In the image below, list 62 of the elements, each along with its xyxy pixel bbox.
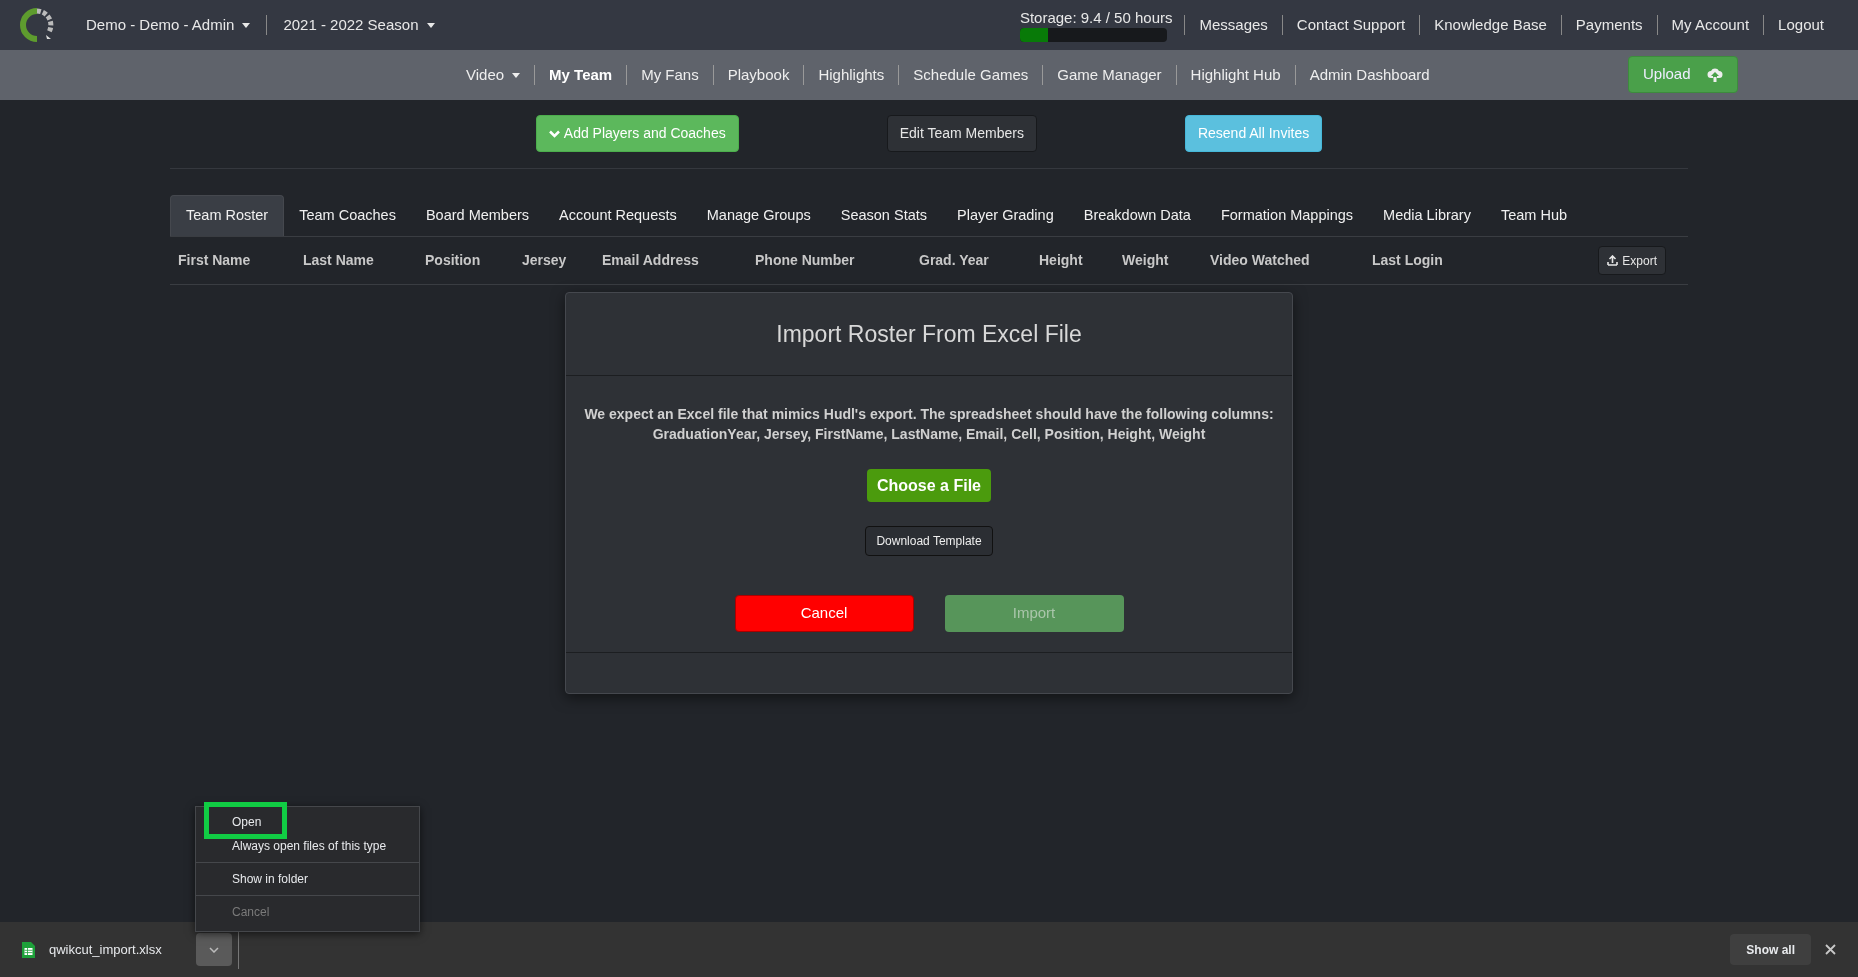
nav-item[interactable]: Highlight Hub — [1176, 63, 1295, 87]
tab[interactable]: Team Coaches — [284, 195, 411, 236]
tab[interactable]: Formation Mappings — [1205, 195, 1369, 236]
column-header[interactable]: Video Watched — [1210, 250, 1372, 271]
action-button[interactable]: Edit Team Members — [886, 115, 1037, 152]
column-header[interactable]: Last Name — [303, 250, 425, 271]
tab[interactable]: Manage Groups — [691, 195, 826, 236]
import-button: Import — [944, 595, 1124, 632]
column-header[interactable]: Phone Number — [755, 250, 919, 271]
export-button[interactable]: Export — [1598, 246, 1666, 275]
export-icon — [1607, 255, 1619, 266]
tab[interactable]: Team Hub — [1485, 195, 1583, 236]
caret-icon — [242, 22, 251, 28]
cloud-upload-icon — [1706, 67, 1723, 82]
tab[interactable]: Season Stats — [825, 195, 942, 236]
top-link[interactable]: My Account — [1657, 13, 1764, 37]
top-link[interactable]: Logout — [1764, 13, 1838, 37]
tab[interactable]: Account Requests — [544, 195, 692, 236]
choose-file-button[interactable]: Choose a File — [867, 469, 991, 502]
dialog-title: Import Roster From Excel File — [776, 319, 1082, 349]
column-header[interactable]: Weight — [1122, 250, 1210, 271]
tab[interactable]: Media Library — [1368, 195, 1486, 236]
download-template-button[interactable]: Download Template — [865, 526, 993, 556]
nav-item[interactable]: Video — [452, 63, 535, 87]
nav-item[interactable]: Highlights — [804, 63, 899, 87]
chevron-down-icon — [209, 946, 219, 953]
storage-label: Storage: 9.4 / 50 hours — [1019, 8, 1173, 28]
spreadsheet-file-icon — [22, 941, 35, 958]
top-link[interactable]: Messages — [1185, 13, 1282, 37]
cancel-button[interactable]: Cancel — [734, 595, 914, 632]
top-link[interactable]: Payments — [1561, 13, 1657, 37]
top-link[interactable]: Contact Support — [1282, 13, 1420, 37]
column-header[interactable]: Height — [1039, 250, 1122, 271]
column-header[interactable]: Position — [425, 250, 522, 271]
column-header[interactable]: Email Address — [602, 250, 755, 271]
tab[interactable]: Player Grading — [942, 195, 1069, 236]
close-icon[interactable] — [1825, 944, 1836, 955]
column-header[interactable]: First Name — [178, 250, 303, 271]
nav-item[interactable]: My Fans — [627, 63, 713, 87]
menu-item[interactable]: Open — [196, 810, 419, 834]
column-header[interactable]: Last Login — [1372, 250, 1522, 271]
caret-icon — [426, 22, 435, 28]
nav-item[interactable]: Playbook — [713, 63, 804, 87]
menu-item[interactable]: Always open files of this type — [196, 834, 419, 858]
season-menu[interactable]: 2021 - 2022 Season — [283, 13, 435, 37]
tab[interactable]: Team Roster — [170, 195, 285, 236]
nav-item[interactable]: Schedule Games — [899, 63, 1043, 87]
nav-item[interactable]: Game Manager — [1043, 63, 1176, 87]
team-menu[interactable]: Demo - Demo - Admin — [86, 13, 251, 37]
chevron-down-icon — [548, 129, 560, 138]
show-all-button[interactable]: Show all — [1730, 934, 1811, 965]
dialog-message: We expect an Excel file that mimics Hudl's export. The spreadsheet should have the following columns: GraduationYear, Jersey, FirstName, LastName, Email, Cell, Position, Height, Weight — [583, 405, 1275, 444]
tab[interactable]: Board Members — [410, 195, 545, 236]
nav-item[interactable]: My Team — [535, 63, 627, 87]
logo-icon[interactable] — [20, 8, 54, 42]
nav-item[interactable]: Admin Dashboard — [1295, 63, 1444, 87]
column-header[interactable]: Jersey — [522, 250, 602, 271]
tab[interactable]: Breakdown Data — [1068, 195, 1206, 236]
download-file-name[interactable]: qwikcut_import.xlsx — [49, 939, 196, 960]
menu-item[interactable]: Show in folder — [196, 867, 419, 891]
top-link[interactable]: Knowledge Base — [1420, 13, 1561, 37]
column-header[interactable]: Grad. Year — [919, 250, 1039, 271]
